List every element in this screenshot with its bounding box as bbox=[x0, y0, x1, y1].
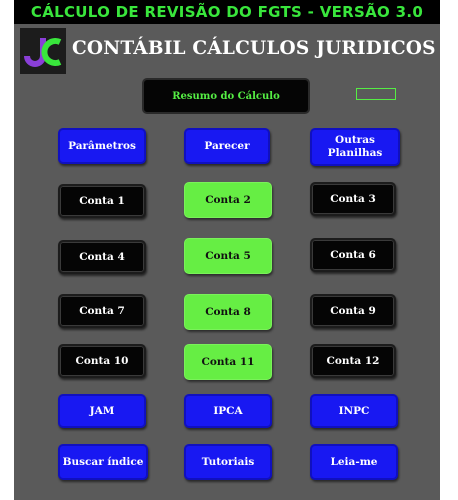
ipca-button[interactable]: IPCA bbox=[184, 394, 272, 428]
conta-12-button[interactable]: Conta 12 bbox=[310, 344, 396, 378]
conta-1-button[interactable]: Conta 1 bbox=[58, 184, 146, 218]
conta-7-button[interactable]: Conta 7 bbox=[58, 294, 146, 328]
tutoriais-button[interactable]: Tutoriais bbox=[184, 444, 272, 480]
conta-4-button[interactable]: Conta 4 bbox=[58, 240, 146, 274]
header: CONTÁBIL CÁLCULOS JURIDICOS bbox=[14, 24, 440, 76]
conta-3-button[interactable]: Conta 3 bbox=[310, 182, 396, 216]
outras-planilhas-button[interactable]: Outras Planilhas bbox=[310, 128, 400, 166]
inpc-button[interactable]: INPC bbox=[310, 394, 398, 428]
buscar-indice-button[interactable]: Buscar índice bbox=[58, 444, 148, 480]
jam-button[interactable]: JAM bbox=[58, 394, 146, 428]
parecer-button[interactable]: Parecer bbox=[184, 128, 270, 164]
conta-5-button[interactable]: Conta 5 bbox=[184, 238, 272, 274]
resumo-calculo-button[interactable]: Resumo do Cálculo bbox=[142, 78, 310, 114]
jc-logo-graphic bbox=[20, 28, 66, 74]
company-name: CONTÁBIL CÁLCULOS JURIDICOS bbox=[72, 38, 436, 59]
app-title: CÁLCULO DE REVISÃO DO FGTS - VERSÃO 3.0 bbox=[14, 0, 440, 24]
conta-6-button[interactable]: Conta 6 bbox=[310, 238, 396, 272]
jc-logo bbox=[20, 28, 66, 74]
status-input-box[interactable] bbox=[356, 88, 396, 100]
conta-2-button[interactable]: Conta 2 bbox=[184, 182, 272, 218]
conta-10-button[interactable]: Conta 10 bbox=[58, 344, 146, 378]
leia-me-button[interactable]: Leia-me bbox=[310, 444, 398, 480]
conta-8-button[interactable]: Conta 8 bbox=[184, 294, 272, 330]
conta-11-button[interactable]: Conta 11 bbox=[184, 344, 272, 380]
parametros-button[interactable]: Parâmetros bbox=[58, 128, 146, 164]
conta-9-button[interactable]: Conta 9 bbox=[310, 294, 396, 328]
